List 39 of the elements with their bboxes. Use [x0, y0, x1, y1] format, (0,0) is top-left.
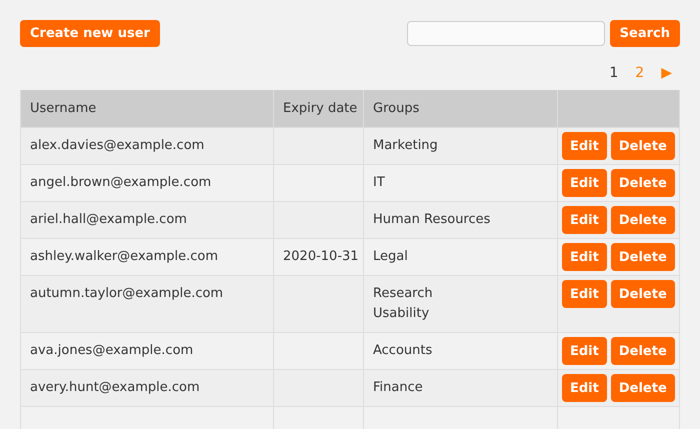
delete-button[interactable]: Delete [610, 132, 675, 160]
search-field[interactable] [406, 21, 605, 46]
group-name: Research [373, 285, 434, 303]
column-header: Groups [364, 90, 558, 128]
username-cell: ava.jones@example.com [20, 332, 274, 370]
edit-button[interactable]: Edit [562, 280, 607, 308]
delete-button[interactable]: Delete [610, 206, 675, 234]
group-name: Usability [373, 305, 430, 323]
username-cell: alex.davies@example.com [20, 128, 274, 164]
page-link[interactable]: 1 [609, 65, 618, 90]
username-cell: angel.brown@example.com [20, 164, 274, 202]
next-page-link[interactable]: ▶ [661, 65, 672, 90]
edit-button[interactable]: Edit [562, 337, 607, 365]
column-header: Expiry date [274, 90, 364, 128]
group-name: IT [373, 174, 386, 192]
page-link[interactable]: 2 [635, 65, 644, 90]
edit-button[interactable]: Edit [562, 243, 607, 271]
group-name: Finance [373, 379, 424, 397]
group-name: Marketing [373, 137, 439, 155]
edit-button[interactable]: Edit [562, 169, 607, 197]
delete-button[interactable]: Delete [610, 280, 675, 308]
username-cell: avery.hunt@example.com [20, 370, 274, 406]
search-button[interactable]: Search [610, 20, 680, 47]
username-cell: ariel.hall@example.com [20, 202, 274, 238]
edit-button[interactable]: Edit [562, 132, 607, 160]
group-name: Legal [373, 248, 409, 266]
edit-button[interactable]: Edit [562, 374, 607, 402]
username-cell: autumn.taylor@example.com [20, 276, 274, 332]
delete-button[interactable]: Delete [610, 243, 675, 271]
expiry-cell: 2020-10-31 [274, 238, 364, 276]
group-name: Accounts [373, 342, 434, 360]
edit-button[interactable]: Edit [562, 206, 607, 234]
delete-button[interactable]: Delete [610, 337, 675, 365]
username-cell: ashley.walker@example.com [20, 238, 274, 276]
delete-button[interactable]: Delete [610, 169, 675, 197]
delete-button[interactable]: Delete [610, 374, 675, 402]
create-user-button[interactable]: Create new user [20, 20, 160, 47]
group-name: Human Resources [373, 211, 492, 229]
column-header: Username [20, 90, 274, 128]
